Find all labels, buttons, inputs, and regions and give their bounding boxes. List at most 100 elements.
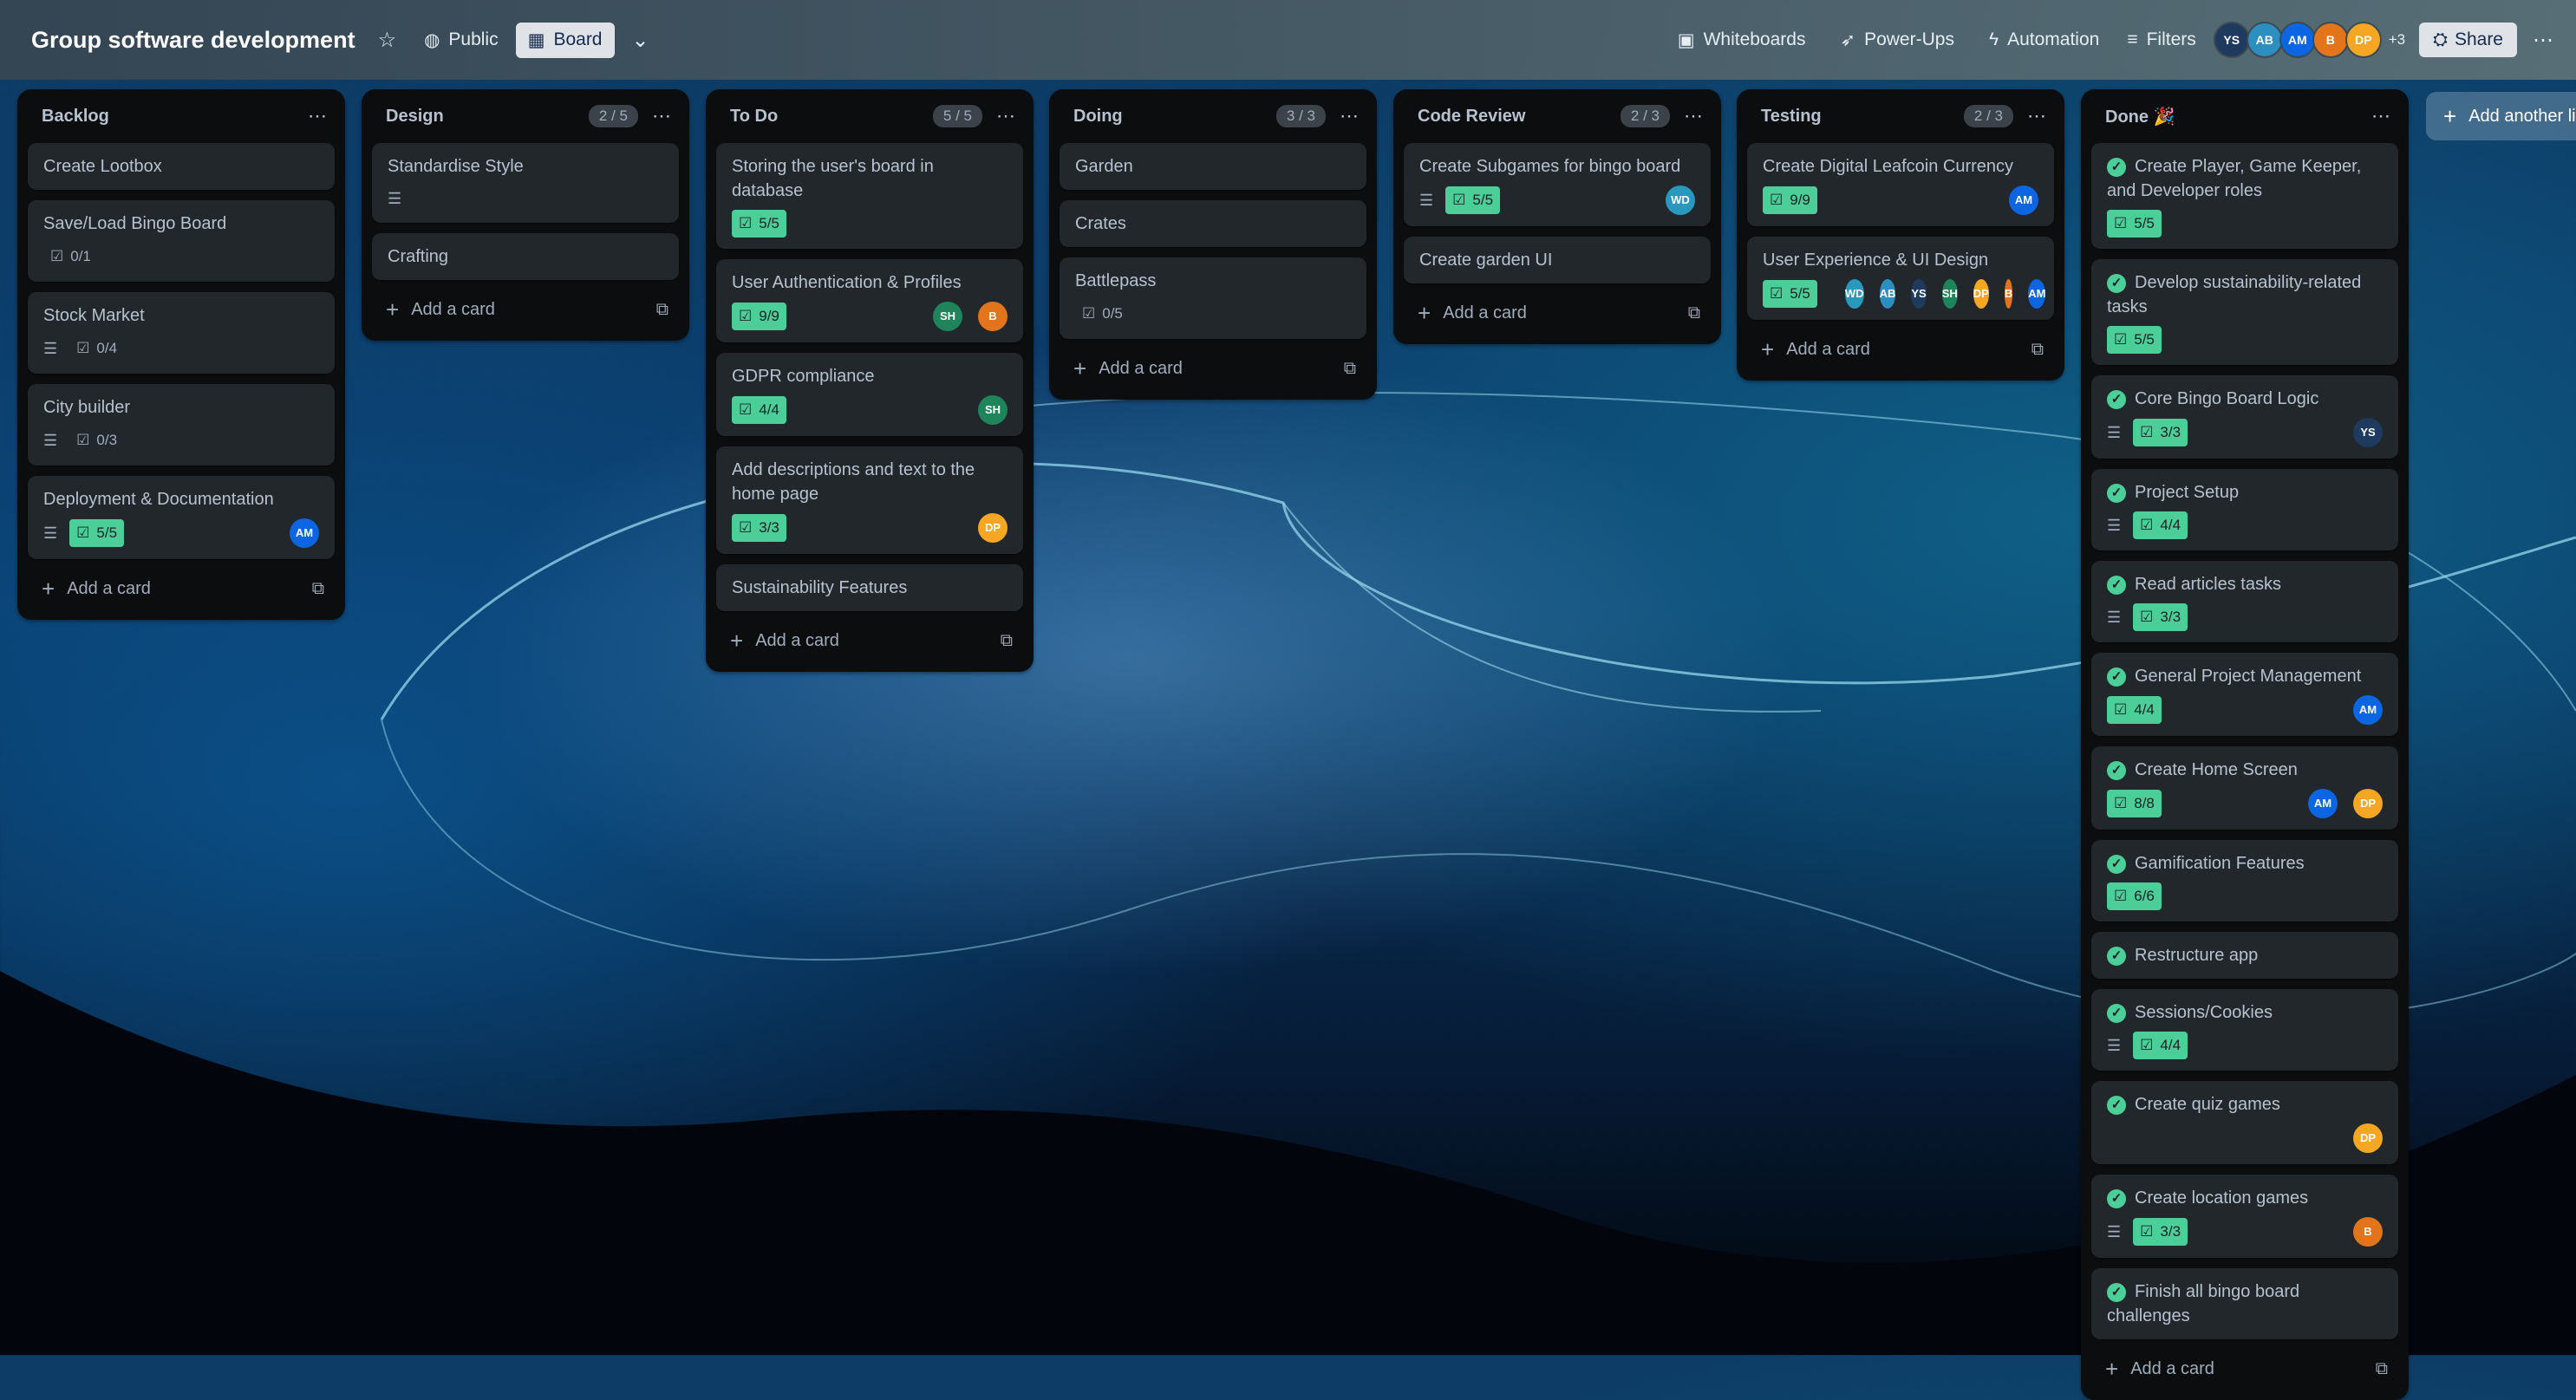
- list-menu-icon[interactable]: ⋯: [1340, 105, 1360, 127]
- card[interactable]: Battlepass ☑ 0/5: [1060, 257, 1366, 339]
- complete-check-icon[interactable]: ✓: [2107, 946, 2126, 966]
- card[interactable]: ✓ Project Setup ☰ ☑ 4/4: [2091, 469, 2398, 550]
- card[interactable]: ✓ Finish all bingo board challenges: [2091, 1268, 2398, 1339]
- complete-check-icon[interactable]: ✓: [2107, 389, 2126, 409]
- list-menu-icon[interactable]: ⋯: [1684, 105, 1704, 127]
- member-avatar[interactable]: AM: [2279, 22, 2316, 58]
- card[interactable]: Storing the user's board in database ☑ 5/5: [716, 143, 1023, 249]
- list-menu-icon[interactable]: ⋯: [652, 105, 672, 127]
- card[interactable]: ✓ Read articles tasks ☰ ☑ 3/3: [2091, 561, 2398, 642]
- create-from-template-icon[interactable]: ⧉: [2376, 1359, 2388, 1379]
- chevron-down-icon[interactable]: ⌄: [632, 28, 649, 53]
- board-title[interactable]: Group software development: [31, 27, 355, 54]
- card-member-avatar[interactable]: YS: [1911, 279, 1927, 309]
- card[interactable]: ✓ Gamification Features ☑ 6/6: [2091, 840, 2398, 921]
- automation-button[interactable]: ϟ Automation: [1977, 23, 2111, 57]
- card[interactable]: Deployment & Documentation ☰ ☑ 5/5 AM: [28, 476, 335, 559]
- card-member-avatar[interactable]: DP: [1973, 279, 1989, 309]
- card[interactable]: Create Digital Leafcoin Currency ☑ 9/9 AM: [1747, 143, 2054, 226]
- card-member-avatar[interactable]: AB: [1879, 279, 1896, 309]
- card[interactable]: ✓ Create Player, Game Keeper, and Develop…: [2091, 143, 2398, 249]
- card[interactable]: ✓ Sessions/Cookies ☰ ☑ 4/4: [2091, 989, 2398, 1071]
- card[interactable]: ✓ Create Home Screen ☑ 8/8 AM DP: [2091, 746, 2398, 830]
- list-menu-icon[interactable]: ⋯: [2027, 105, 2047, 127]
- card-member-avatar[interactable]: SH: [1941, 279, 1958, 309]
- card[interactable]: Create Subgames for bingo board ☰ ☑ 5/5 WD: [1404, 143, 1711, 226]
- create-from-template-icon[interactable]: ⧉: [2031, 340, 2044, 360]
- card[interactable]: Crates: [1060, 200, 1366, 247]
- powerups-button[interactable]: ➶ Power-Ups: [1828, 23, 1966, 58]
- list-title[interactable]: Doing: [1073, 107, 1276, 127]
- create-from-template-icon[interactable]: ⧉: [1001, 631, 1013, 651]
- card[interactable]: Garden: [1060, 143, 1366, 190]
- list-title[interactable]: Done 🎉: [2105, 106, 2371, 127]
- card-member-avatar[interactable]: AM: [2028, 279, 2046, 309]
- board-view-button[interactable]: ▦ Board: [515, 22, 615, 58]
- card[interactable]: ✓ Create location games ☰ ☑ 3/3 B: [2091, 1175, 2398, 1258]
- complete-check-icon[interactable]: ✓: [2107, 760, 2126, 780]
- add-card-button[interactable]: + Add a card ⧉: [1049, 349, 1377, 387]
- more-options-icon[interactable]: ⋯: [2533, 28, 2553, 53]
- list-title[interactable]: Testing: [1761, 107, 1964, 127]
- add-card-button[interactable]: + Add a card ⧉: [2081, 1350, 2409, 1388]
- complete-check-icon[interactable]: ✓: [2107, 1188, 2126, 1208]
- list-menu-icon[interactable]: ⋯: [996, 105, 1016, 127]
- list-title[interactable]: Design: [386, 107, 589, 127]
- card[interactable]: Stock Market ☰ ☑ 0/4: [28, 292, 335, 374]
- card-member-avatar[interactable]: B: [2004, 279, 2013, 309]
- card[interactable]: Create Lootbox: [28, 143, 335, 190]
- card-member-avatar[interactable]: B: [2353, 1217, 2383, 1247]
- card-member-avatar[interactable]: DP: [2353, 1123, 2383, 1153]
- card-member-avatar[interactable]: AM: [2009, 186, 2038, 215]
- card-member-avatar[interactable]: AM: [2353, 695, 2383, 725]
- card[interactable]: Standardise Style ☰: [372, 143, 679, 223]
- complete-check-icon[interactable]: ✓: [2107, 854, 2126, 874]
- card-member-avatar[interactable]: YS: [2353, 418, 2383, 447]
- list-menu-icon[interactable]: ⋯: [2371, 105, 2391, 127]
- card[interactable]: Save/Load Bingo Board ☑ 0/1: [28, 200, 335, 282]
- create-from-template-icon[interactable]: ⧉: [312, 579, 324, 599]
- card[interactable]: City builder ☰ ☑ 0/3: [28, 384, 335, 466]
- list-menu-icon[interactable]: ⋯: [308, 105, 328, 127]
- card-member-avatar[interactable]: SH: [933, 302, 962, 331]
- member-avatar[interactable]: AB: [2246, 22, 2283, 58]
- card-member-avatar[interactable]: AM: [2308, 789, 2338, 818]
- card[interactable]: Sustainability Features: [716, 564, 1023, 611]
- add-card-button[interactable]: + Add a card ⧉: [1737, 330, 2064, 368]
- card-member-avatar[interactable]: DP: [2353, 789, 2383, 818]
- add-card-button[interactable]: + Add a card ⧉: [17, 570, 345, 608]
- add-card-button[interactable]: + Add a card ⧉: [1393, 294, 1721, 332]
- card[interactable]: GDPR compliance ☑ 4/4 SH: [716, 353, 1023, 436]
- card[interactable]: ✓ Core Bingo Board Logic ☰ ☑ 3/3 YS: [2091, 375, 2398, 459]
- card[interactable]: ✓ Create quiz games DP: [2091, 1081, 2398, 1164]
- extra-members-count[interactable]: +3: [2389, 31, 2405, 49]
- card-member-avatar[interactable]: AM: [290, 518, 319, 548]
- card-member-avatar[interactable]: B: [978, 302, 1008, 331]
- card-member-avatar[interactable]: WD: [1844, 279, 1864, 309]
- card[interactable]: ✓ General Project Management ☑ 4/4 AM: [2091, 653, 2398, 736]
- card[interactable]: Create garden UI: [1404, 237, 1711, 283]
- card[interactable]: User Authentication & Profiles ☑ 9/9 SH B: [716, 259, 1023, 342]
- card[interactable]: Crafting: [372, 233, 679, 280]
- card[interactable]: User Experience & UI Design ☑ 5/5 WD AB YS SH D…: [1747, 237, 2054, 320]
- share-button[interactable]: ⛭ Share: [2419, 23, 2517, 57]
- complete-check-icon[interactable]: ✓: [2107, 157, 2126, 177]
- list-title[interactable]: Backlog: [42, 107, 308, 127]
- visibility-button[interactable]: ◍ Public: [412, 23, 511, 58]
- filters-button[interactable]: ≡ Filters: [2115, 23, 2208, 57]
- add-card-button[interactable]: + Add a card ⧉: [362, 290, 689, 329]
- add-another-list-button[interactable]: + Add another list: [2426, 92, 2576, 140]
- member-avatar[interactable]: DP: [2344, 22, 2382, 58]
- complete-check-icon[interactable]: ✓: [2107, 667, 2126, 687]
- list-title[interactable]: To Do: [730, 107, 933, 127]
- card[interactable]: Add descriptions and text to the home pa…: [716, 446, 1023, 554]
- complete-check-icon[interactable]: ✓: [2107, 273, 2126, 293]
- whiteboards-button[interactable]: ▣ Whiteboards: [1666, 23, 1818, 58]
- create-from-template-icon[interactable]: ⧉: [656, 300, 668, 320]
- create-from-template-icon[interactable]: ⧉: [1688, 303, 1700, 323]
- complete-check-icon[interactable]: ✓: [2107, 575, 2126, 595]
- add-card-button[interactable]: + Add a card ⧉: [706, 622, 1034, 660]
- list-title[interactable]: Code Review: [1418, 107, 1621, 127]
- card[interactable]: ✓ Develop sustainability-related tasks ☑ 5/…: [2091, 259, 2398, 365]
- complete-check-icon[interactable]: ✓: [2107, 1095, 2126, 1115]
